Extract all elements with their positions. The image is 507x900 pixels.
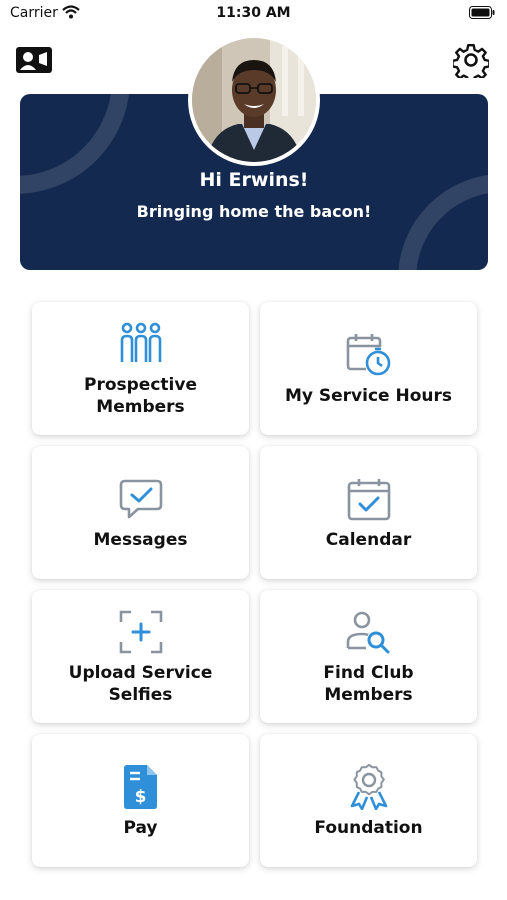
greeting-text: Hi Erwins! bbox=[199, 169, 309, 191]
tile-label: Pay bbox=[123, 817, 158, 838]
bill-dollar-icon: $ bbox=[123, 764, 157, 809]
tile-label: Foundation bbox=[314, 817, 423, 838]
tagline-text: Bringing home the bacon! bbox=[136, 202, 372, 221]
settings-button[interactable] bbox=[451, 40, 491, 80]
tile-messages[interactable]: Messages bbox=[32, 446, 249, 579]
profile-photo bbox=[192, 38, 316, 162]
message-check-icon bbox=[119, 479, 162, 518]
tile-foundation[interactable]: Foundation bbox=[260, 734, 477, 867]
profile-avatar[interactable] bbox=[188, 34, 320, 166]
award-ribbon-icon bbox=[350, 763, 387, 810]
tile-label: Find Club Members bbox=[323, 662, 414, 705]
svg-text:$: $ bbox=[134, 787, 146, 807]
upload-frame-icon bbox=[119, 610, 162, 653]
tile-find-club-members[interactable]: Find Club Members bbox=[260, 590, 477, 723]
tile-calendar[interactable]: Calendar bbox=[260, 446, 477, 579]
contact-card-button[interactable] bbox=[14, 40, 54, 80]
person-search-icon bbox=[346, 611, 389, 653]
contact-card-icon bbox=[16, 47, 52, 73]
tile-upload-service-selfies[interactable]: Upload Service Selfies bbox=[32, 590, 249, 723]
tile-prospective-members[interactable]: Prospective Members bbox=[32, 302, 249, 435]
clock-calendar-icon bbox=[346, 333, 390, 375]
people-icon bbox=[120, 322, 161, 362]
tile-pay[interactable]: $ Pay bbox=[32, 734, 249, 867]
gear-icon bbox=[453, 44, 489, 78]
tile-label: Upload Service Selfies bbox=[68, 662, 213, 705]
tile-label: Messages bbox=[93, 529, 188, 550]
battery-icon bbox=[469, 6, 495, 19]
status-bar: Carrier 11:30 AM bbox=[0, 0, 507, 28]
calendar-check-icon bbox=[347, 478, 390, 520]
tile-my-service-hours[interactable]: My Service Hours bbox=[260, 302, 477, 435]
status-time: 11:30 AM bbox=[216, 5, 291, 21]
tile-label: Calendar bbox=[325, 529, 412, 550]
tile-label: Prospective Members bbox=[84, 374, 197, 417]
tile-label: My Service Hours bbox=[284, 385, 453, 406]
